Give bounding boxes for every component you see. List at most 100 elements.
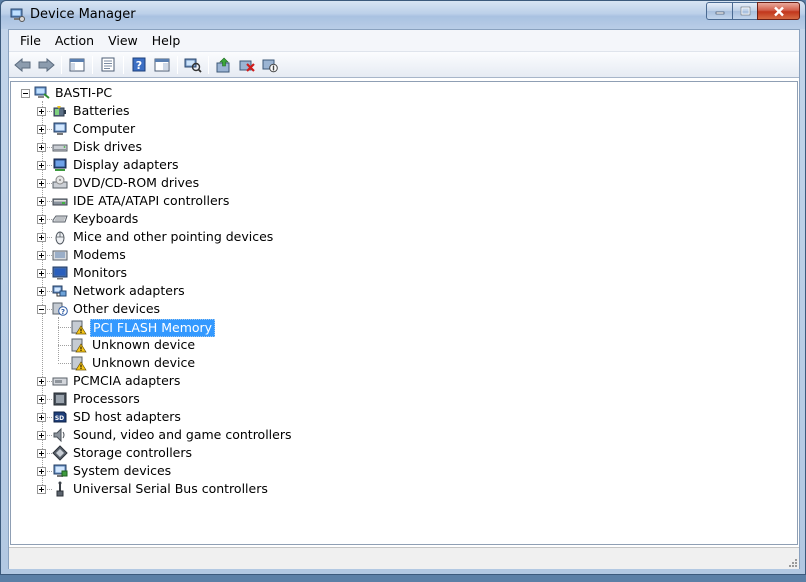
tree-item-disk-drives[interactable]: Disk drives	[71, 139, 144, 155]
tree-item-system-devices[interactable]: System devices	[71, 463, 173, 479]
minimize-icon	[715, 11, 724, 15]
unknown-device-icon	[71, 338, 87, 353]
tree-device-unknown-device[interactable]: Unknown device	[90, 355, 197, 371]
uninstall-icon	[239, 60, 255, 72]
expand-toggle[interactable]	[37, 233, 46, 242]
display-adapter-icon	[53, 158, 67, 171]
client-area: File Action View Help ? BASTI-PC Batteri…	[8, 29, 800, 569]
unknown-device-icon	[71, 356, 87, 371]
properties-icon	[101, 57, 115, 72]
tree-connector-line	[58, 345, 71, 346]
tree-device-unknown-device[interactable]: Unknown device	[90, 337, 197, 353]
pcmcia-icon	[52, 377, 68, 386]
tree-item-storage-controllers[interactable]: Storage controllers	[71, 445, 194, 461]
tree-item-universal-serial-bus-controllers[interactable]: Universal Serial Bus controllers	[71, 481, 270, 497]
disable-device-icon	[262, 59, 278, 72]
menu-action[interactable]: Action	[48, 30, 101, 52]
scan-hardware-button[interactable]	[182, 54, 204, 76]
toolbar-separator	[208, 55, 209, 74]
svg-text:?: ?	[136, 59, 142, 72]
properties-button[interactable]	[97, 54, 119, 76]
expand-toggle[interactable]	[37, 431, 46, 440]
toolbar-separator	[92, 55, 93, 74]
tree-connector-line	[58, 327, 71, 328]
expand-toggle[interactable]	[37, 269, 46, 278]
tree-root-label[interactable]: BASTI-PC	[53, 85, 114, 101]
expand-toggle[interactable]	[37, 449, 46, 458]
expand-toggle[interactable]	[37, 395, 46, 404]
show-hide-console-tree-icon	[69, 58, 85, 71]
expand-toggle[interactable]	[37, 197, 46, 206]
expand-toggle[interactable]	[37, 215, 46, 224]
toolbar-separator	[123, 55, 124, 74]
toolbar-separator	[177, 55, 178, 74]
window-title: Device Manager	[30, 7, 136, 22]
tree-device-pci-flash-memory[interactable]: PCI FLASH Memory	[90, 319, 216, 337]
expand-toggle[interactable]	[37, 287, 46, 296]
expand-toggle[interactable]	[37, 107, 46, 116]
tree-item-modems[interactable]: Modems	[71, 247, 128, 263]
expand-toggle[interactable]	[37, 485, 46, 494]
expand-toggle[interactable]	[37, 413, 46, 422]
tree-item-network-adapters[interactable]: Network adapters	[71, 283, 187, 299]
collapse-toggle[interactable]	[37, 305, 46, 314]
menu-view[interactable]: View	[101, 30, 145, 52]
tree-item-processors[interactable]: Processors	[71, 391, 142, 407]
tree-item-mice-and-other-pointing-devices[interactable]: Mice and other pointing devices	[71, 229, 275, 245]
disk-drive-icon	[52, 144, 68, 152]
title-bar[interactable]: Device Manager	[1, 1, 805, 29]
menu-help[interactable]: Help	[145, 30, 188, 52]
disable-device-button[interactable]	[259, 54, 281, 76]
close-button[interactable]	[757, 2, 800, 20]
maximize-icon	[740, 6, 750, 16]
computer-root-icon	[34, 86, 50, 99]
forward-button[interactable]	[35, 54, 57, 76]
menu-file[interactable]: File	[13, 30, 48, 52]
expand-toggle[interactable]	[37, 467, 46, 476]
device-tree[interactable]: BASTI-PC Batteries Computer Disk drives Disp…	[10, 81, 798, 545]
expand-toggle[interactable]	[37, 179, 46, 188]
show-action-pane-icon	[154, 58, 170, 71]
minimize-button[interactable]	[706, 2, 732, 20]
tree-item-monitors[interactable]: Monitors	[71, 265, 129, 281]
help-icon: ?	[132, 57, 146, 72]
expand-toggle[interactable]	[37, 161, 46, 170]
tree-item-sound-video-and-game-controllers[interactable]: Sound, video and game controllers	[71, 427, 294, 443]
expand-toggle[interactable]	[37, 143, 46, 152]
scan-hardware-icon	[184, 58, 202, 73]
tree-connector-line	[58, 363, 71, 364]
expand-toggle[interactable]	[37, 251, 46, 260]
device-manager-icon	[10, 8, 25, 22]
system-devices-icon	[53, 464, 68, 477]
status-bar	[9, 547, 799, 569]
computer-icon	[53, 122, 67, 135]
toolbar: ?	[9, 52, 799, 78]
battery-icon	[53, 106, 66, 117]
dvd-drive-icon	[52, 175, 68, 189]
unknown-device-icon	[71, 320, 87, 335]
tree-item-display-adapters[interactable]: Display adapters	[71, 157, 180, 173]
tree-item-pcmcia-adapters[interactable]: PCMCIA adapters	[71, 373, 182, 389]
back-button[interactable]	[12, 54, 34, 76]
collapse-toggle[interactable]	[21, 89, 30, 98]
tree-item-sd-host-adapters[interactable]: SD host adapters	[71, 409, 183, 425]
ide-controller-icon	[52, 198, 68, 206]
maximize-button[interactable]	[732, 2, 757, 20]
tree-item-batteries[interactable]: Batteries	[71, 103, 132, 119]
show-hide-console-tree-button[interactable]	[66, 54, 88, 76]
expand-toggle[interactable]	[37, 377, 46, 386]
expand-toggle[interactable]	[37, 125, 46, 134]
tree-connector-line	[58, 317, 59, 361]
update-driver-icon	[216, 57, 230, 72]
resize-grip-icon[interactable]	[786, 556, 798, 568]
update-driver-button[interactable]	[213, 54, 235, 76]
tree-item-other-devices[interactable]: Other devices	[71, 301, 162, 317]
tree-item-ide-ata-atapi-controllers[interactable]: IDE ATA/ATAPI controllers	[71, 193, 231, 209]
other-devices-icon: ?	[52, 302, 68, 316]
help-button[interactable]: ?	[128, 54, 150, 76]
show-action-pane-button[interactable]	[151, 54, 173, 76]
tree-item-keyboards[interactable]: Keyboards	[71, 211, 140, 227]
tree-item-computer[interactable]: Computer	[71, 121, 137, 137]
uninstall-button[interactable]	[236, 54, 258, 76]
tree-item-dvd-cd-rom-drives[interactable]: DVD/CD-ROM drives	[71, 175, 201, 191]
